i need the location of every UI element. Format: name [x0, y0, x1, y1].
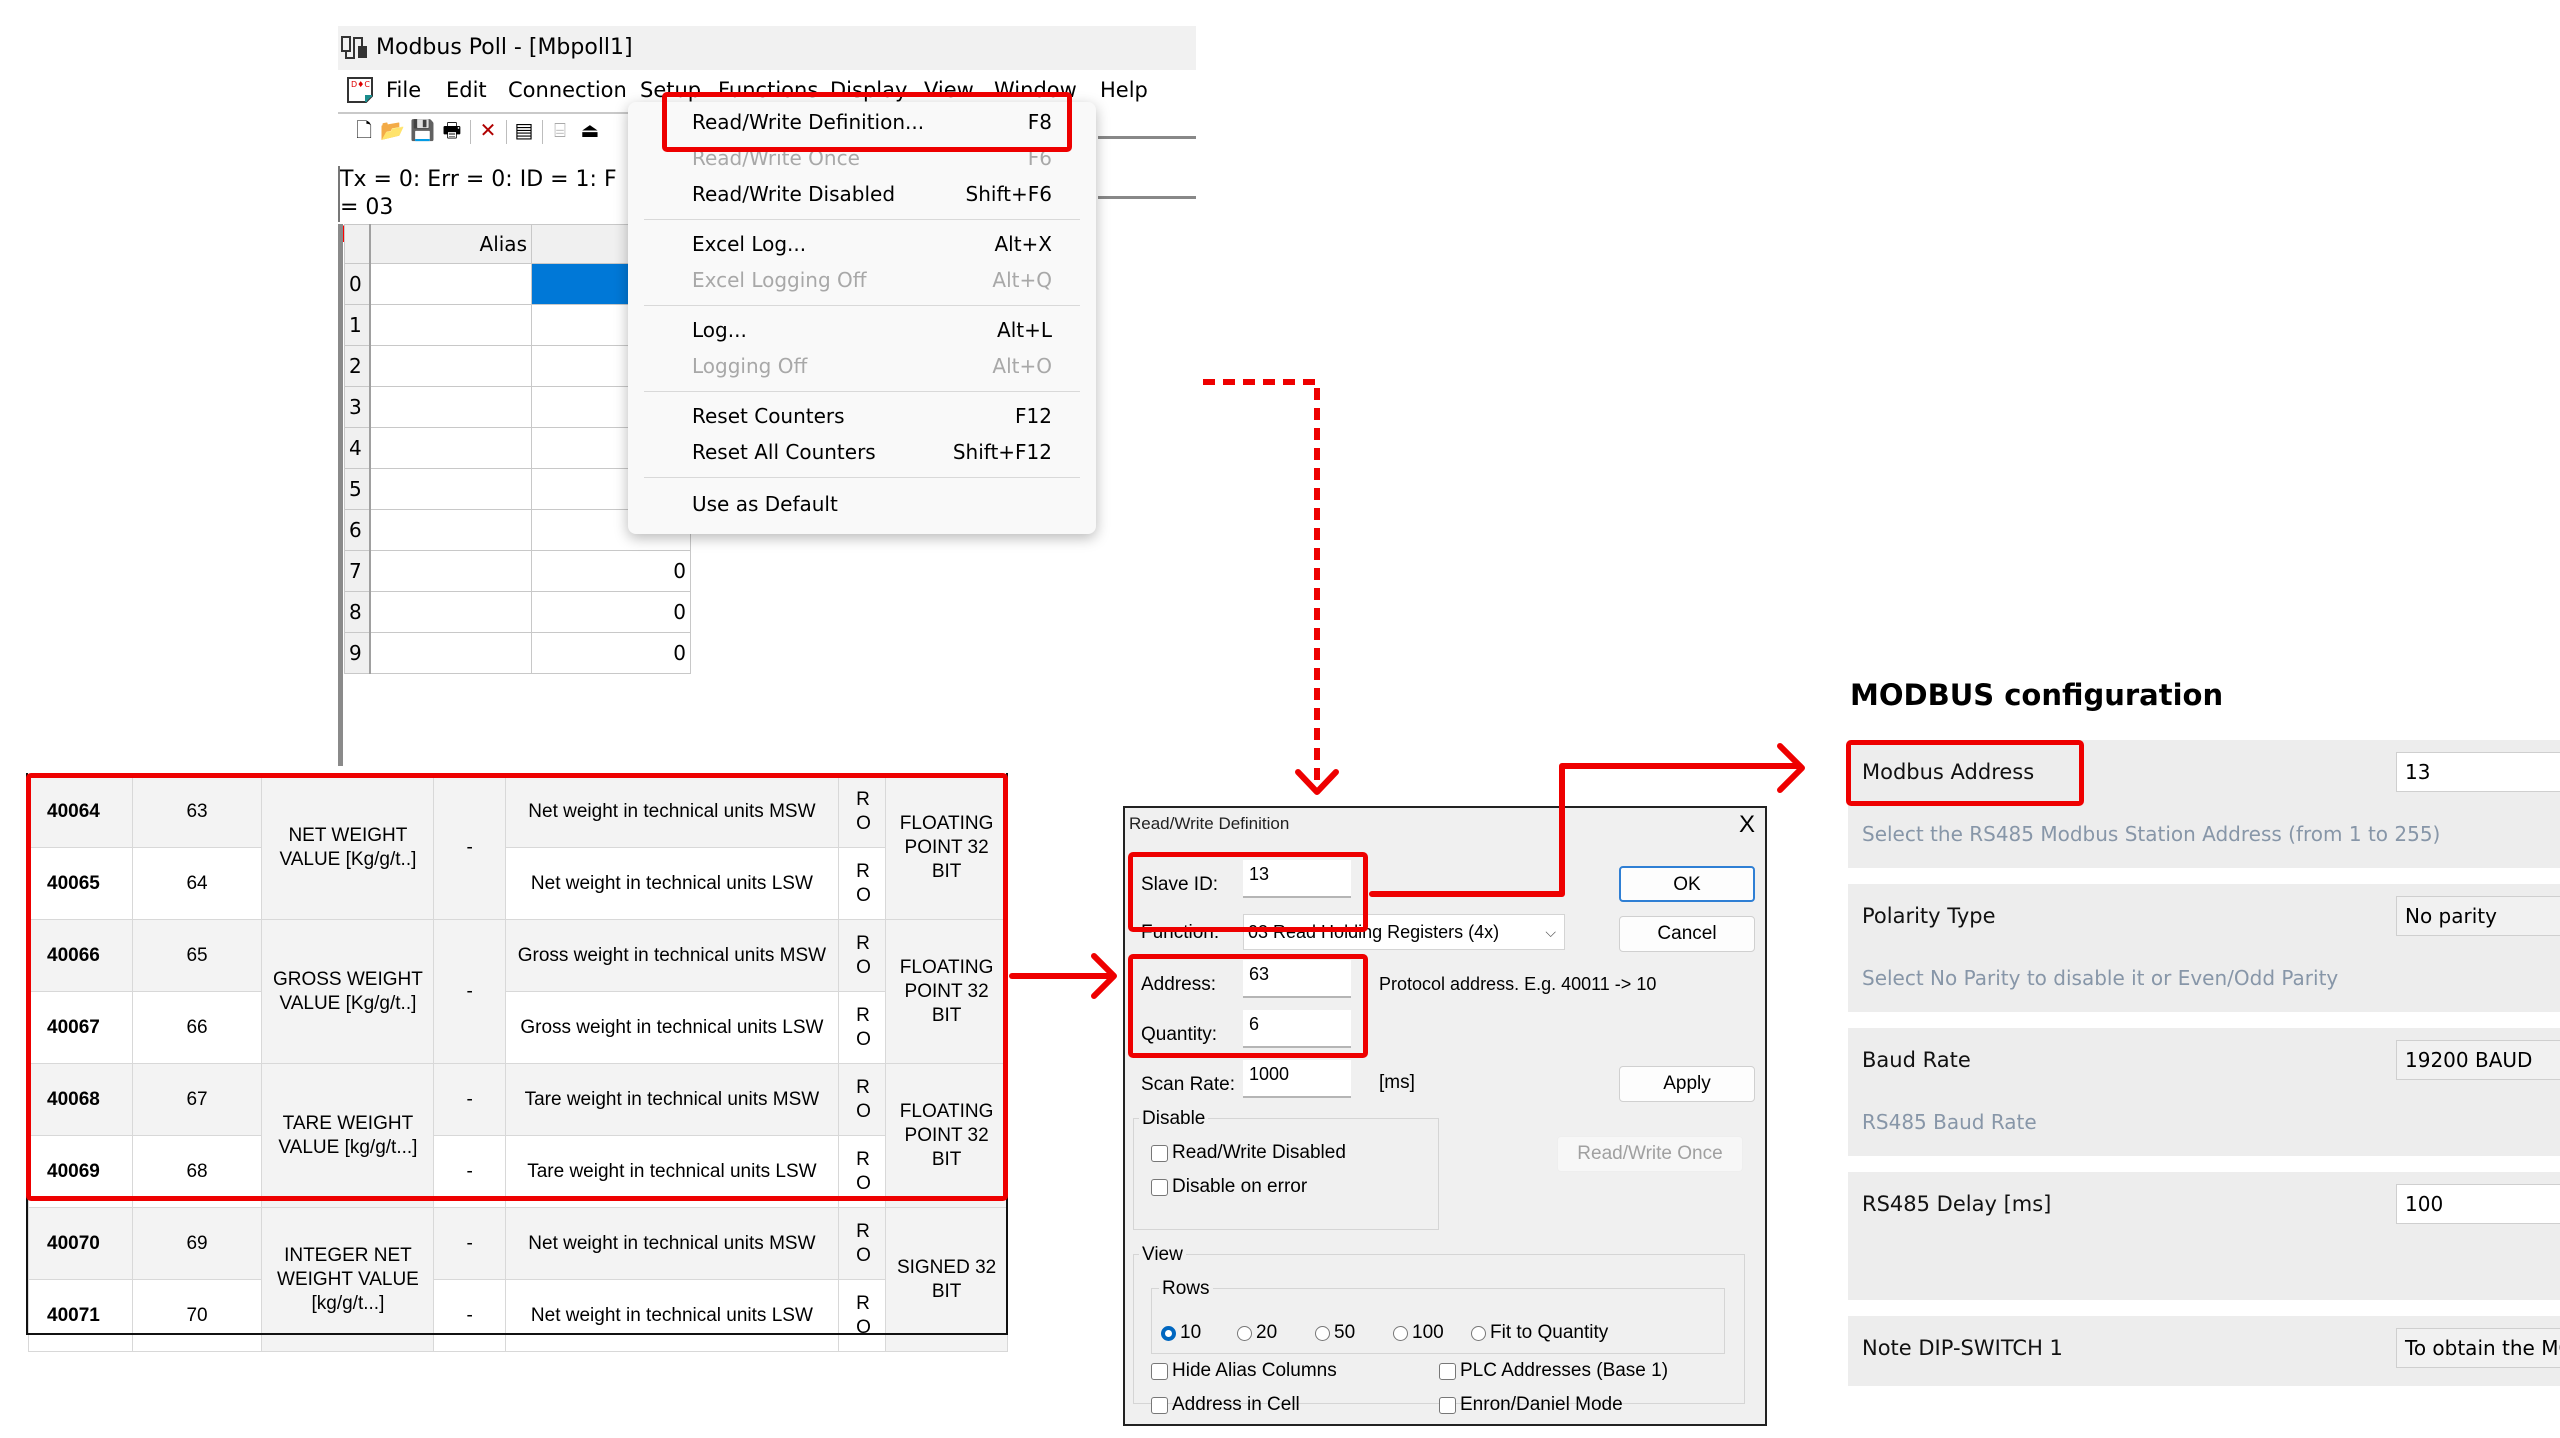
arrow-dialog-to-config	[1369, 743, 1805, 897]
dotted-connector-menu-to-dialog	[1203, 379, 1339, 795]
arrow-table-to-dialog	[1009, 953, 1117, 999]
annotation-arrows	[1009, 379, 1805, 999]
